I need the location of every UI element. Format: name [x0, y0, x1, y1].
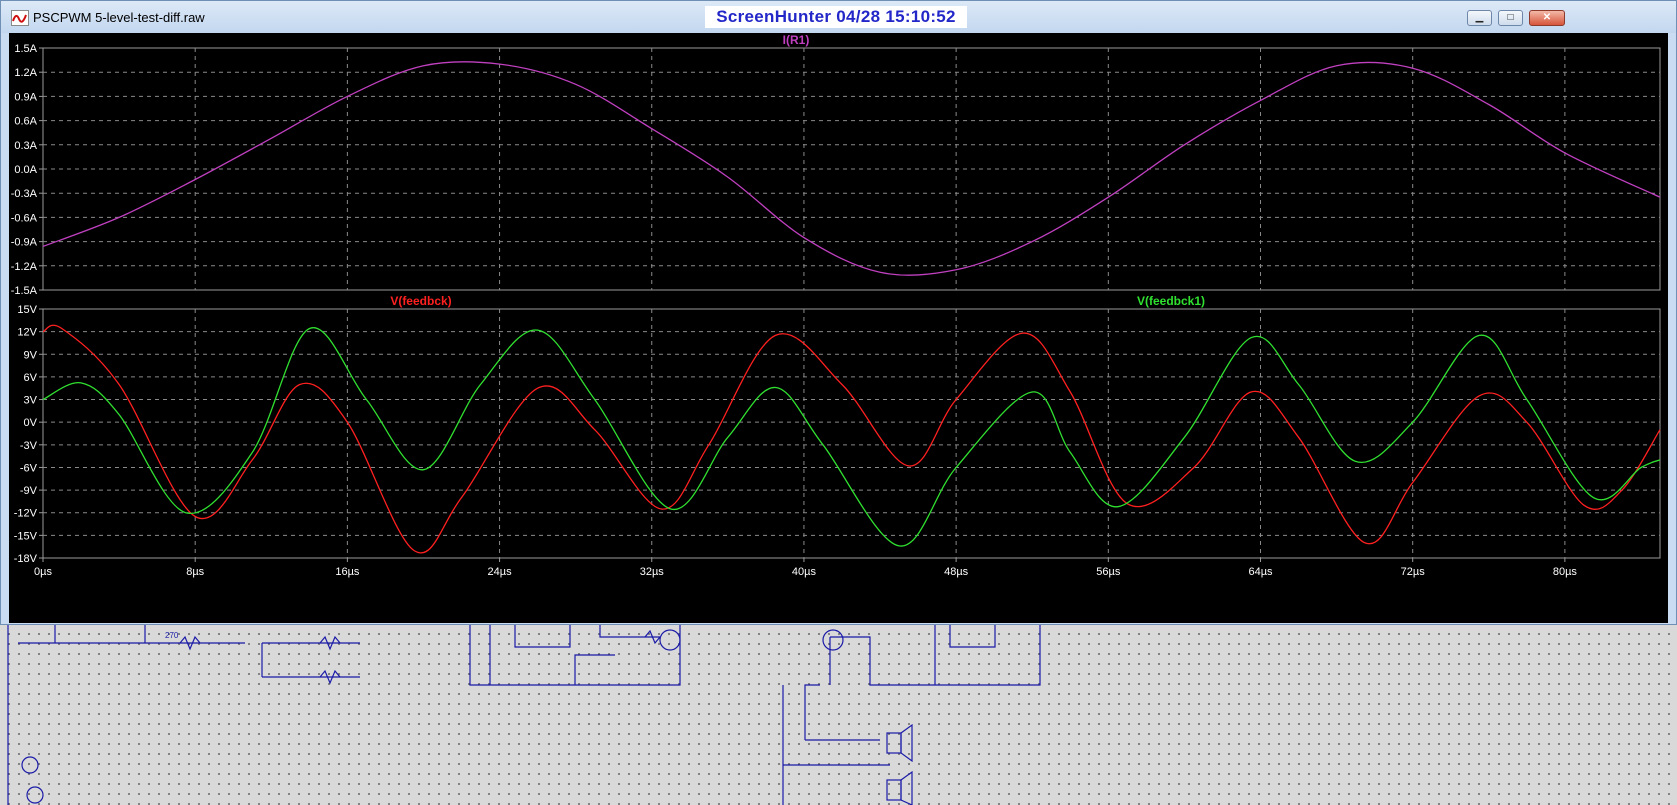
mosfet-symbol[interactable] [659, 629, 681, 651]
y-tick-label: -6V [20, 462, 38, 474]
trace-label-v-feedbck1[interactable]: V(feedbck1) [1137, 294, 1205, 308]
pane-current[interactable]: 1.5A 1.2A 0.9A 0.6A 0.3A 0.0A -0.3A -0.6A -0.9A -… [11, 33, 1661, 297]
x-tick-label: 48µs [944, 566, 969, 578]
x-tick-label: 24µs [488, 566, 513, 578]
y-tick-label: 0.0A [14, 164, 37, 176]
pane-current-grid [43, 48, 1660, 290]
waveform-app-icon[interactable] [11, 10, 29, 26]
title-bar[interactable]: PSCPWM 5-level-test-diff.raw ScreenHunte… [1, 1, 1676, 33]
y-tick-label: 3V [24, 395, 38, 407]
waveform-viewer-window: PSCPWM 5-level-test-diff.raw ScreenHunte… [0, 0, 1677, 625]
y-tick-label: 0V [24, 417, 38, 429]
y-tick-label: 1.5A [14, 43, 37, 55]
y-tick-label: -1.2A [11, 261, 38, 273]
y-tick-label: 0.3A [14, 140, 37, 152]
schematic-wire [574, 654, 615, 685]
window-title: PSCPWM 5-level-test-diff.raw [33, 10, 205, 25]
pane-current-y-ticks: 1.5A 1.2A 0.9A 0.6A 0.3A 0.0A -0.3A -0.6A -0.9A -… [11, 43, 43, 297]
schematic-editor[interactable]: 270 [0, 625, 1677, 805]
y-tick-label: -0.6A [11, 212, 38, 224]
pane-voltage-grid [43, 309, 1660, 558]
trace-i-r1[interactable] [42, 61, 1661, 276]
x-tick-label: 72µs [1401, 566, 1426, 578]
trace-label-v-feedbck[interactable]: V(feedbck) [390, 294, 451, 308]
pane-voltage-frame [42, 308, 1661, 559]
voltage-source-symbol[interactable] [21, 756, 39, 774]
screenhunter-timestamp-overlay: ScreenHunter 04/28 15:10:52 [705, 6, 967, 28]
schematic-wire [599, 625, 660, 638]
x-tick-label: 32µs [640, 566, 665, 578]
loudspeaker-cone [900, 770, 913, 805]
y-tick-label: 12V [17, 327, 37, 339]
close-button[interactable]: ✕ [1529, 10, 1565, 26]
mosfet-symbol[interactable] [822, 629, 844, 651]
loudspeaker-cone [900, 723, 913, 763]
x-tick-label: 56µs [1096, 566, 1121, 578]
y-tick-label: -12V [14, 508, 38, 520]
loudspeaker-symbol[interactable] [886, 732, 902, 754]
maximize-button[interactable]: □ [1498, 10, 1523, 26]
x-tick-label: 40µs [792, 566, 817, 578]
schematic-wire [949, 625, 996, 648]
waveform-plot-svg[interactable]: 1.5A 1.2A 0.9A 0.6A 0.3A 0.0A -0.3A -0.6A -0.9A -… [9, 33, 1668, 623]
y-tick-label: -3V [20, 440, 38, 452]
y-tick-label: -15V [14, 530, 38, 542]
y-tick-label: -0.3A [11, 188, 38, 200]
schematic-wire [514, 625, 571, 648]
schematic-label: 270 [165, 631, 179, 640]
y-tick-label: 9V [24, 349, 38, 361]
pane-current-traces[interactable] [42, 61, 1661, 276]
pane-voltage-x-ticks: 0µs 8µs 16µs 24µs 32µs 40µs 48µs 56µs 64µs 72µs 80… [34, 558, 1577, 578]
trace-v-feedbck1[interactable] [42, 327, 1661, 547]
y-tick-label: -18V [14, 553, 38, 565]
y-tick-label: 15V [17, 304, 37, 316]
minimize-button[interactable]: ▁ [1467, 10, 1492, 26]
x-tick-label: 80µs [1553, 566, 1578, 578]
y-tick-label: -1.5A [11, 285, 38, 297]
y-tick-label: 6V [24, 372, 38, 384]
voltage-source-symbol[interactable] [26, 786, 44, 804]
x-tick-label: 64µs [1248, 566, 1273, 578]
schematic-wire [804, 684, 820, 740]
y-tick-label: 0.9A [14, 91, 37, 103]
pane-voltage-legend: V(feedbck) V(feedbck1) [390, 294, 1205, 308]
y-tick-label: 1.2A [14, 67, 37, 79]
loudspeaker-symbol[interactable] [886, 779, 902, 801]
pane-voltage-traces[interactable] [42, 324, 1661, 554]
y-tick-label: -9V [20, 485, 38, 497]
pane-voltage-y-ticks: 15V 12V 9V 6V 3V 0V -3V -6V -9V -12V -15V -18V [14, 304, 43, 565]
x-tick-label: 8µs [186, 566, 204, 578]
y-tick-label: -0.9A [11, 237, 38, 249]
y-tick-label: 0.6A [14, 116, 37, 128]
schematic-drawing[interactable]: 270 [0, 625, 1677, 805]
x-tick-label: 16µs [335, 566, 360, 578]
x-tick-label: 0µs [34, 566, 52, 578]
trace-label-i-r1[interactable]: I(R1) [783, 33, 810, 47]
pane-voltage[interactable]: 15V 12V 9V 6V 3V 0V -3V -6V -9V -12V -15V -18V 0µs 8… [14, 294, 1661, 578]
plot-area[interactable]: 1.5A 1.2A 0.9A 0.6A 0.3A 0.0A -0.3A -0.6A -0.9A -… [9, 33, 1668, 623]
trace-v-feedbck[interactable] [42, 324, 1661, 554]
